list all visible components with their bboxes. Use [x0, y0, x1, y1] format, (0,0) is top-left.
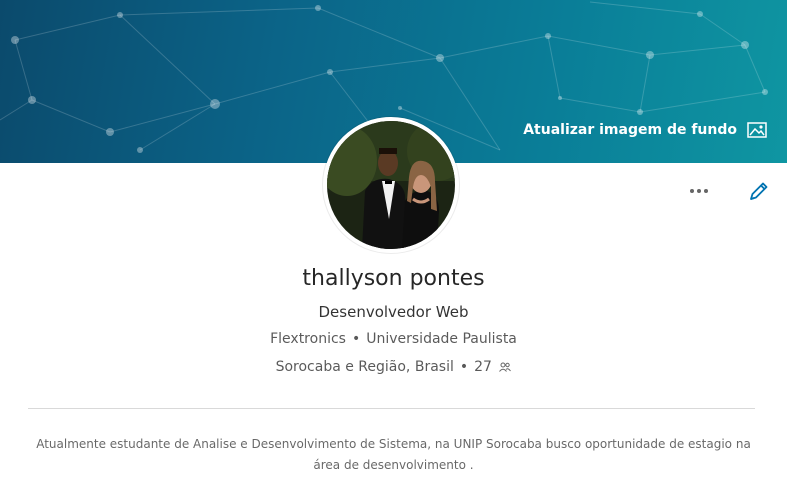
pencil-icon[interactable] [748, 180, 770, 202]
separator-dot: • [351, 331, 361, 347]
separator-dot: • [459, 359, 469, 375]
profile-summary: Atualmente estudante de Analise e Desenv… [36, 437, 751, 472]
update-background-button[interactable]: Atualizar imagem de fundo [523, 122, 767, 138]
people-icon [499, 362, 512, 372]
profile-photo[interactable] [323, 117, 459, 253]
section-divider [28, 408, 755, 409]
company-link[interactable]: Flextronics [270, 331, 346, 347]
update-background-label: Atualizar imagem de fundo [523, 122, 737, 138]
profile-positions: Flextronics • Universidade Paulista [0, 331, 787, 347]
profile-photo-image [327, 121, 455, 249]
image-icon [747, 122, 767, 138]
location-text: Sorocaba e Região, Brasil [275, 359, 454, 375]
connections-count[interactable]: 27 [474, 359, 492, 375]
profile-location-row: Sorocaba e Região, Brasil • 27 [0, 359, 787, 375]
school-link[interactable]: Universidade Paulista [366, 331, 517, 347]
profile-headline: Desenvolvedor Web [318, 303, 469, 321]
profile-name: thallyson pontes [302, 266, 485, 291]
more-actions-button[interactable] [686, 181, 712, 201]
more-icon [690, 189, 708, 193]
